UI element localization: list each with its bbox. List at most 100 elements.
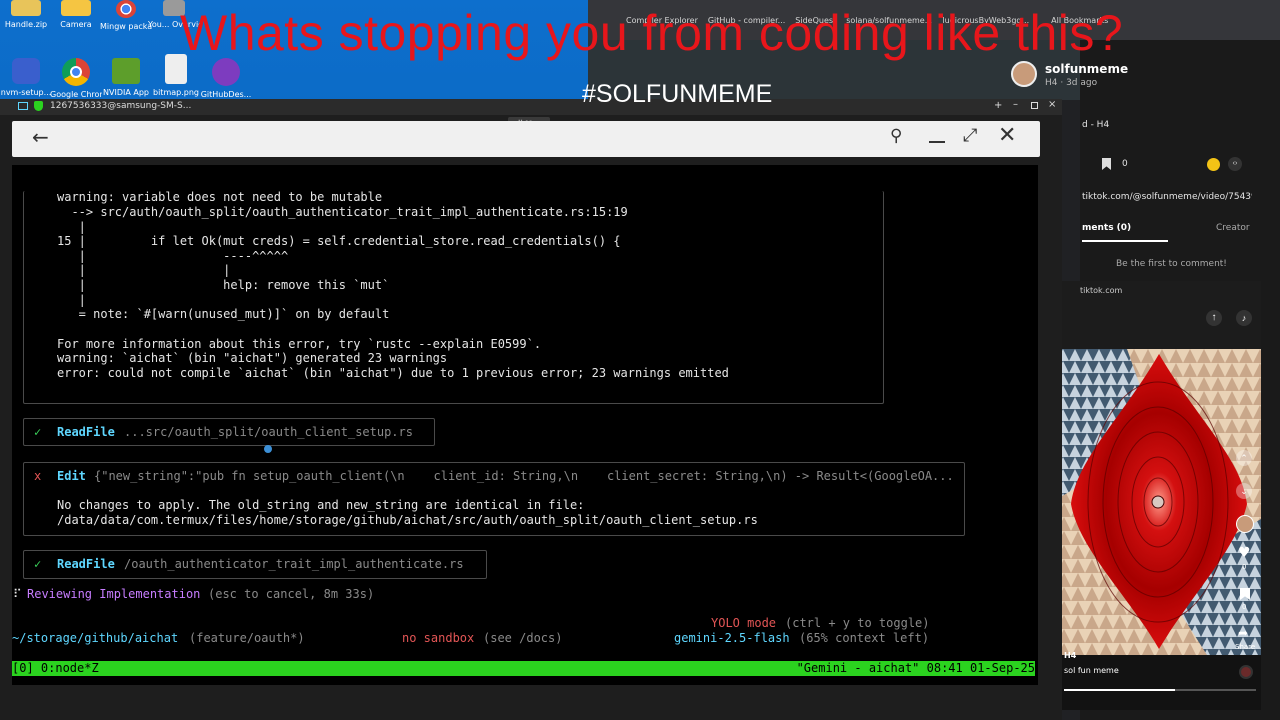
- spinner-icon: ⠏: [13, 587, 22, 601]
- success-check-icon: ✓: [34, 557, 42, 571]
- output-line: | |: [57, 263, 231, 277]
- popup-site-label: tiktok.com: [1080, 286, 1123, 295]
- yolo-hint: (ctrl + y to toggle): [785, 616, 930, 630]
- chrome-icon: [62, 58, 90, 86]
- window-maximize-icon[interactable]: [1031, 102, 1038, 109]
- zip-folder-icon: [11, 0, 41, 16]
- output-line: | help: remove this `mut`: [57, 278, 390, 292]
- video-frame-fractal[interactable]: [1057, 349, 1261, 655]
- failure-x-icon: x: [34, 469, 42, 483]
- success-check-icon: ✓: [34, 425, 42, 439]
- edit-message: No changes to apply. The old_string and …: [57, 498, 585, 512]
- cursor-dot: [264, 445, 272, 453]
- output-line: |: [57, 220, 86, 234]
- scroll-up-icon[interactable]: ⌃: [1236, 450, 1252, 466]
- output-line: For more information about this error, t…: [57, 337, 542, 351]
- avatar[interactable]: [1011, 61, 1037, 87]
- output-line: warning: variable does not need to be mu…: [57, 190, 383, 204]
- window-minimize-icon[interactable]: –: [1013, 99, 1018, 110]
- desktop-icon-handle[interactable]: Handle.zip: [0, 0, 52, 29]
- fractal-image: [1057, 349, 1261, 655]
- nvidia-icon: [112, 58, 140, 84]
- tmux-window-list[interactable]: [0] 0:node*Z: [12, 661, 99, 676]
- embed-code-icon[interactable]: ‹›: [1228, 157, 1242, 171]
- desktop-icon-nvidia[interactable]: NVIDIA App: [100, 58, 152, 97]
- status-hint: (esc to cancel, 8m 33s): [208, 587, 375, 601]
- output-line: | ----^^^^^: [57, 249, 289, 263]
- profile-meta: H4 · 3d ago: [1045, 78, 1098, 88]
- nvm-icon: [12, 58, 40, 84]
- pin-icon[interactable]: ⚲: [890, 126, 902, 146]
- meme-hashtag: #SOLFUNMEME: [582, 80, 773, 108]
- tool-args: ...src/oauth_split/oauth_client_setup.rs: [124, 425, 413, 439]
- tool-name: Edit: [57, 469, 86, 483]
- coin-icon[interactable]: [1207, 158, 1220, 171]
- window-titlebar[interactable]: 1267536333@samsung-SM-S... + – ×: [0, 99, 1062, 115]
- terminal-screen[interactable]: warning: variable does not need to be mu…: [12, 165, 1038, 685]
- volume-icon[interactable]: ♪: [1236, 310, 1252, 326]
- scroll-down-icon[interactable]: ⌄: [1236, 483, 1252, 499]
- sandbox-hint: (see /docs): [483, 631, 563, 645]
- video-progress-fill: [1064, 689, 1176, 691]
- tool-args: {"new_string":"pub fn setup_oauth_client…: [94, 469, 954, 483]
- empty-comments-text: Be the first to comment!: [1116, 259, 1227, 269]
- bookmark-count: 0: [1122, 159, 1128, 169]
- tmux-status-bar: [0] 0:node*Z "Gemini - aichat" 08:41 01-…: [12, 661, 1035, 676]
- status-text: Reviewing Implementation: [27, 587, 201, 601]
- desktop-icon-chrome[interactable]: Google Chrome: [50, 58, 102, 99]
- cwd-path: ~/storage/github/aichat: [12, 631, 179, 645]
- sandbox-status: no sandbox: [402, 631, 475, 645]
- edit-file-path: /data/data/com.termux/files/home/storage…: [57, 513, 758, 527]
- expand-icon[interactable]: ⤢: [963, 125, 977, 146]
- tool-name: ReadFile: [57, 557, 115, 571]
- desktop-icon-camera[interactable]: Camera: [50, 0, 102, 29]
- git-branch: (feature/oauth*): [189, 631, 305, 645]
- desktop-icon-nvm[interactable]: nvm-setup...: [0, 58, 52, 97]
- like-count: 0: [1242, 563, 1247, 571]
- chrome-shortcut-icon: [116, 0, 136, 18]
- share-label: Share: [1235, 643, 1256, 651]
- share-icon[interactable]: ➦: [1238, 626, 1248, 640]
- output-line: error: could not compile `aichat` (bin "…: [57, 366, 729, 380]
- tab-comments-underline: [1082, 240, 1168, 242]
- yolo-mode-label: YOLO mode: [711, 616, 777, 630]
- window-new-tab-icon[interactable]: +: [994, 100, 1002, 111]
- model-name: gemini-2.5-flash: [674, 631, 790, 645]
- output-line: |: [57, 293, 86, 307]
- window-title: 1267536333@samsung-SM-S...: [50, 101, 192, 111]
- window-app-icon: [18, 102, 28, 110]
- github-desktop-icon: [212, 58, 240, 86]
- video-caption: sol fun meme: [1064, 666, 1119, 675]
- termux-window: 1267536333@samsung-SM-S... + – × ⠿ ⛶ ⌄ ←…: [0, 99, 1062, 720]
- post-title: d - H4: [1082, 120, 1110, 130]
- desktop-icon-github-desktop[interactable]: GitHubDes...: [200, 58, 252, 99]
- like-icon[interactable]: ♥: [1238, 545, 1251, 561]
- upload-icon[interactable]: ↑: [1206, 310, 1222, 326]
- video-label: H4: [1064, 651, 1077, 660]
- video-bottom-bar: [1057, 655, 1261, 710]
- music-disc-icon[interactable]: [1239, 665, 1253, 679]
- output-line: = note: `#[warn(unused_mut)]` on by defa…: [57, 307, 390, 321]
- creator-avatar[interactable]: [1236, 515, 1254, 533]
- desktop-icon-mingw[interactable]: Mingw package m...: [100, 0, 152, 31]
- profile-name[interactable]: solfunmeme: [1045, 62, 1128, 76]
- output-line: warning: `aichat` (bin "aichat") generat…: [57, 351, 448, 365]
- tool-name: ReadFile: [57, 425, 115, 439]
- tmux-session-info: "Gemini - aichat" 08:41 01-Sep-25: [796, 661, 1035, 675]
- window-close-icon[interactable]: ×: [1048, 99, 1056, 110]
- close-icon[interactable]: ✕: [998, 123, 1016, 148]
- video-progress-track[interactable]: [1064, 689, 1256, 691]
- output-line: --> src/auth/oauth_split/oauth_authentic…: [57, 205, 628, 219]
- context-left: (65% context left): [799, 631, 930, 645]
- tab-creator[interactable]: Creator: [1216, 223, 1250, 233]
- save-count: 0: [1242, 603, 1247, 611]
- back-arrow-icon[interactable]: ←: [32, 125, 49, 149]
- meme-caption: Whats stopping you from coding like this…: [180, 5, 1124, 61]
- tab-comments[interactable]: ments (0): [1082, 223, 1131, 233]
- tool-args: /oauth_authenticator_trait_impl_authenti…: [124, 557, 464, 571]
- folder-icon: [61, 0, 91, 16]
- app-bar: ← ⚲ ⤢ ✕: [12, 121, 1040, 157]
- video-url[interactable]: tiktok.com/@solfunmeme/video/7543940: [1082, 192, 1252, 202]
- minimize-icon[interactable]: [929, 141, 945, 143]
- window-shield-icon: [34, 101, 43, 111]
